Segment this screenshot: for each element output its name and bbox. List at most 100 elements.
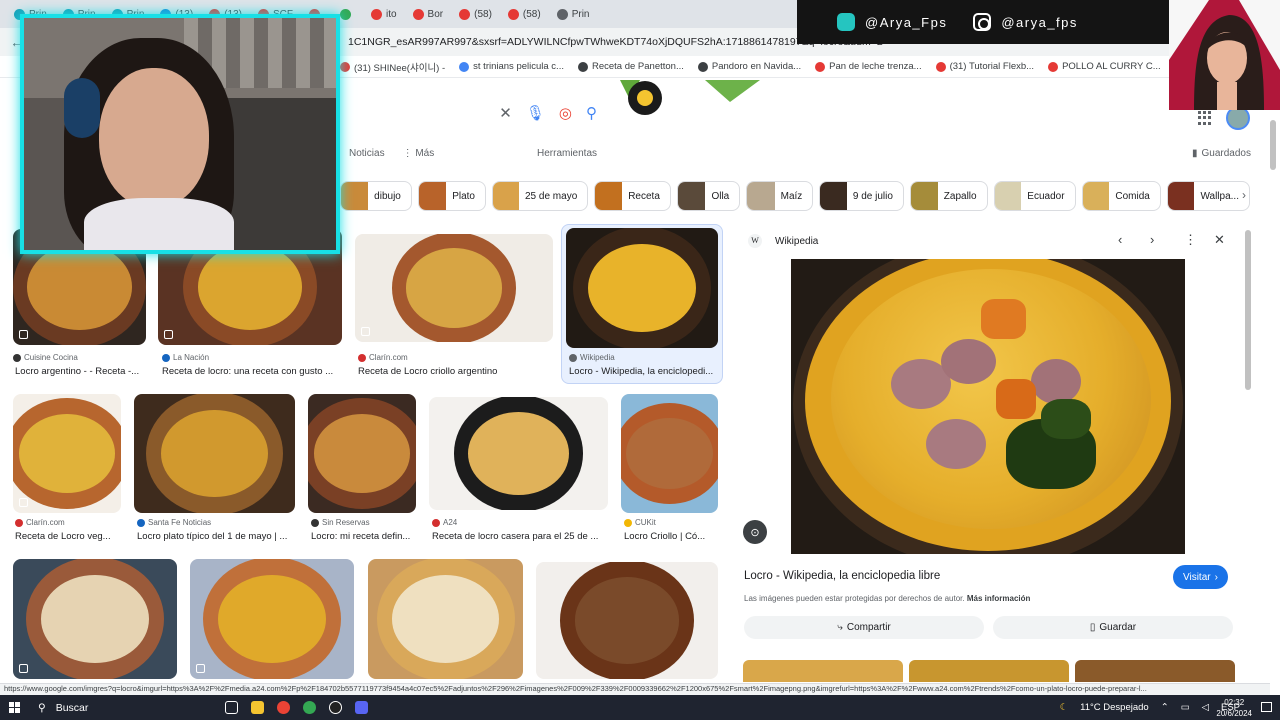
chrome-icon[interactable] xyxy=(270,695,296,720)
result-source[interactable]: A24 xyxy=(432,518,457,527)
search-icon[interactable]: ⚲ xyxy=(586,104,597,122)
image-result[interactable] xyxy=(355,234,553,342)
image-result[interactable] xyxy=(536,562,718,679)
notification-icon[interactable] xyxy=(1261,702,1272,712)
result-caption[interactable]: Locro - Wikipedia, la enciclopedi... xyxy=(569,366,713,377)
image-result[interactable] xyxy=(621,394,718,513)
image-result[interactable] xyxy=(429,397,608,510)
saved-button[interactable]: ▮ Guardados xyxy=(1192,148,1251,159)
network-icon[interactable]: ▭ xyxy=(1181,702,1190,713)
result-source[interactable]: Wikipedia xyxy=(569,353,615,362)
browser-tab[interactable]: (58) xyxy=(502,3,547,25)
more-options-icon[interactable]: ⋮ xyxy=(1184,232,1197,248)
related-chip[interactable]: Comida xyxy=(1081,181,1161,211)
previous-icon[interactable]: ‹ xyxy=(1118,232,1122,247)
result-caption[interactable]: Receta de Locro veg... xyxy=(15,531,111,542)
bookmark-item[interactable]: st trinians pelicula c... xyxy=(459,61,564,72)
related-chip[interactable]: 9 de julio xyxy=(819,181,904,211)
clock[interactable]: 02:32 20/6/2024 xyxy=(1216,697,1252,719)
result-source[interactable]: Cuisine Cocina xyxy=(13,353,78,362)
result-caption[interactable]: Locro plato típico del 1 de mayo | ... xyxy=(137,531,287,542)
result-caption[interactable]: Receta de Locro criollo argentino xyxy=(358,366,497,377)
more-info-link[interactable]: Más información xyxy=(967,594,1031,603)
related-chip[interactable]: 25 de mayo xyxy=(492,181,589,211)
image-result[interactable] xyxy=(134,394,295,513)
browser-tab[interactable]: ito xyxy=(365,3,403,25)
result-caption[interactable]: Receta de locro: una receta con gusto ..… xyxy=(162,366,333,377)
save-button[interactable]: ▯ Guardar xyxy=(993,616,1233,639)
next-icon[interactable]: › xyxy=(1150,232,1154,247)
image-result[interactable] xyxy=(368,559,523,679)
result-caption[interactable]: Locro argentino - - Receta -... xyxy=(15,366,139,377)
tools-button[interactable]: Herramientas xyxy=(537,148,597,159)
tab-label: Bor xyxy=(427,8,444,20)
clear-icon[interactable]: ✕ xyxy=(499,104,512,122)
chrome-active-icon[interactable] xyxy=(296,695,322,720)
source-favicon-icon xyxy=(137,518,145,527)
video-badge-icon xyxy=(196,664,205,673)
related-chip[interactable]: dibujo xyxy=(340,181,412,211)
file-explorer-icon[interactable] xyxy=(244,695,270,720)
tab-favicon-icon xyxy=(507,8,519,20)
image-result[interactable] xyxy=(566,228,718,348)
chevron-up-icon[interactable]: ⌃ xyxy=(1161,702,1169,713)
image-result[interactable] xyxy=(190,559,354,679)
result-source[interactable]: La Nación xyxy=(162,353,209,362)
bookmark-item[interactable]: (31) Tutorial Flexb... xyxy=(935,61,1034,72)
bookmark-item[interactable]: Receta de Panetton... xyxy=(577,61,684,72)
related-chip[interactable]: Plato xyxy=(417,181,486,211)
result-caption[interactable]: Locro: mi receta defin... xyxy=(311,531,410,542)
discord-icon[interactable] xyxy=(348,695,374,720)
bookmark-item[interactable]: Pandoro en Navida... xyxy=(697,61,801,72)
close-icon[interactable]: ✕ xyxy=(1214,232,1225,248)
lens-search-icon[interactable]: ⊙ xyxy=(743,520,767,544)
image-result[interactable] xyxy=(13,394,121,513)
result-source[interactable]: Clarín.com xyxy=(358,353,408,362)
visit-button[interactable]: Visitar › xyxy=(1173,565,1228,589)
related-image[interactable] xyxy=(1075,660,1235,682)
bookmark-item[interactable]: (31) SHINee(샤이니) - xyxy=(340,60,445,74)
result-source[interactable]: Santa Fe Noticias xyxy=(137,518,211,527)
preview-source[interactable]: Wikipedia xyxy=(775,236,818,247)
related-image[interactable] xyxy=(743,660,903,682)
taskbar-search[interactable]: ⚲ Buscar xyxy=(28,695,218,720)
apps-grid-icon[interactable] xyxy=(1198,111,1212,125)
related-chip[interactable]: Olla xyxy=(676,181,741,211)
related-chip[interactable]: Wallpa... xyxy=(1166,181,1250,211)
result-source[interactable]: CUKit xyxy=(624,518,656,527)
start-icon[interactable] xyxy=(0,695,28,720)
browser-tab[interactable]: Bor xyxy=(407,3,450,25)
result-caption[interactable]: Receta de locro casera para el 25 de ... xyxy=(432,531,598,542)
related-chip[interactable]: Ecuador xyxy=(993,181,1076,211)
result-caption[interactable]: Locro Criollo | Có... xyxy=(624,531,705,542)
chevron-right-icon[interactable]: › xyxy=(1242,188,1246,202)
result-source[interactable]: Clarín.com xyxy=(15,518,65,527)
image-result[interactable] xyxy=(13,559,177,679)
share-button[interactable]: ⤷ Compartir xyxy=(744,616,984,639)
bookmark-item[interactable]: POLLO AL CURRY C... xyxy=(1048,61,1161,72)
related-image[interactable] xyxy=(909,660,1069,682)
weather-text[interactable]: 11°C Despejado xyxy=(1080,702,1149,713)
browser-tab[interactable]: (58) xyxy=(453,3,498,25)
volume-icon[interactable]: ◁ xyxy=(1202,702,1209,713)
related-chip[interactable]: Zapallo xyxy=(909,181,988,211)
preview-title[interactable]: Locro - Wikipedia, la enciclopedia libre xyxy=(744,570,940,582)
task-view-icon[interactable] xyxy=(218,695,244,720)
filter-news[interactable]: Noticias xyxy=(349,148,385,159)
browser-tab[interactable]: Prin xyxy=(551,3,596,25)
related-chip[interactable]: Receta xyxy=(594,181,671,211)
obs-icon[interactable] xyxy=(322,695,348,720)
filter-more[interactable]: ⋮ Más xyxy=(403,148,435,159)
image-result[interactable] xyxy=(308,394,416,513)
panel-scrollbar[interactable] xyxy=(1245,230,1251,390)
result-source[interactable]: Sin Reservas xyxy=(311,518,370,527)
bookmark-item[interactable]: Pan de leche trenza... xyxy=(815,61,922,72)
tab-favicon-icon xyxy=(459,8,471,20)
page-scrollbar[interactable] xyxy=(1270,120,1276,170)
google-doodle[interactable] xyxy=(620,80,760,118)
lens-icon[interactable]: ◎ xyxy=(559,104,572,122)
search-box[interactable]: ✕ 🎙 ◎ ⚲ xyxy=(340,97,605,129)
preview-image[interactable] xyxy=(791,259,1185,554)
related-chip[interactable]: Maíz xyxy=(746,181,814,211)
microphone-icon[interactable]: 🎙 xyxy=(526,104,545,122)
